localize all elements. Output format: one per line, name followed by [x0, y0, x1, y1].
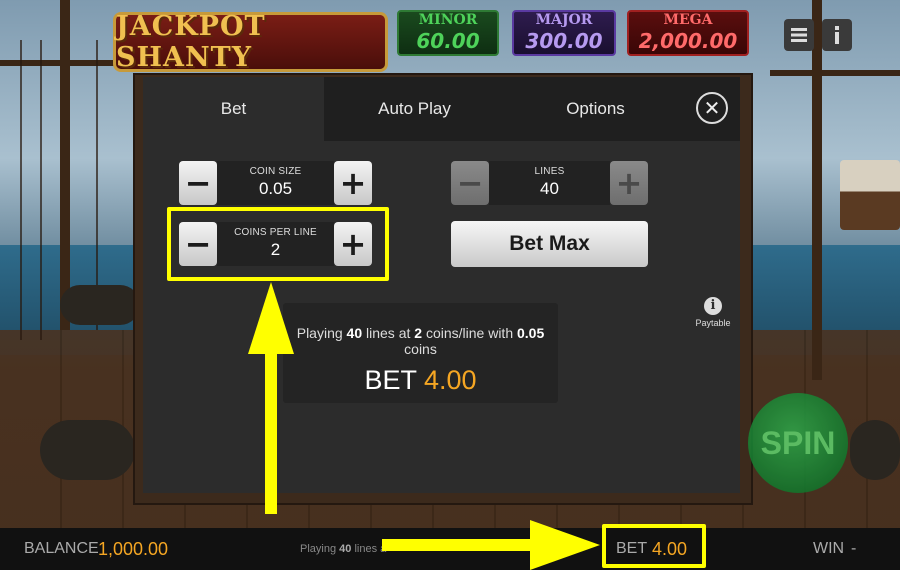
tab-bet[interactable]: Bet — [143, 77, 324, 141]
bet-highlight — [602, 524, 706, 568]
hamburger-icon — [791, 28, 807, 42]
info-icon — [835, 26, 839, 44]
total-bet-value: 4.00 — [423, 365, 477, 395]
plus-icon: + — [339, 164, 367, 202]
summary-suffix: coins — [404, 341, 437, 357]
win-value: - — [851, 540, 857, 557]
plus-icon: + — [615, 164, 643, 202]
summary-prefix: Playing — [296, 325, 347, 341]
jackpot-major: MAJOR 300.00 — [512, 10, 616, 56]
summary-coins: 2 — [414, 325, 423, 341]
lines-label: LINES — [534, 166, 565, 177]
spin-label: SPIN — [760, 424, 836, 461]
jackpot-major-value: 300.00 — [525, 29, 603, 53]
minus-icon: − — [184, 164, 212, 202]
coin-size-stepper: − COIN SIZE 0.05 + — [179, 160, 372, 206]
info-icon: i — [704, 297, 722, 315]
coin-size-value: 0.05 — [258, 179, 293, 198]
close-icon: ✕ — [703, 96, 721, 120]
status-lines: 40 — [339, 543, 352, 555]
lines-value: 40 — [540, 179, 559, 198]
bet-max-button[interactable]: Bet Max — [451, 221, 648, 267]
logo-text: JACKPOT SHANTY — [116, 11, 266, 73]
summary-lines: 40 — [346, 325, 363, 341]
game-logo: JACKPOT SHANTY — [113, 11, 388, 73]
summary-mid2: coins/line with — [422, 325, 517, 341]
bet-settings-dialog: Bet Auto Play Options ✕ − COIN SIZE 0.05… — [143, 77, 740, 493]
jackpot-mega-value: 2,000.00 — [638, 29, 738, 53]
summary-coin-size: 0.05 — [517, 325, 545, 341]
mast-right — [812, 0, 822, 380]
balance-value: 1,000.00 — [98, 539, 169, 559]
bet-summary-text: Playing 40 lines at 2 coins/line with 0.… — [283, 303, 558, 357]
up-arrow-annotation — [248, 282, 294, 514]
dialog-tabs: Bet Auto Play Options — [143, 77, 740, 141]
tab-options[interactable]: Options — [505, 77, 686, 141]
lines-display: LINES 40 — [489, 161, 610, 205]
lines-decrease-button[interactable]: − — [451, 161, 489, 205]
cannon-right — [850, 420, 900, 480]
spin-button[interactable]: SPIN — [748, 393, 848, 493]
barrel — [60, 285, 140, 325]
jackpot-mega-label: MEGA — [663, 12, 713, 28]
total-bet: BET 4.00 — [283, 365, 558, 396]
rope — [40, 40, 42, 340]
jackpot-mega: MEGA 2,000.00 — [627, 10, 749, 56]
coin-size-increase-button[interactable]: + — [334, 161, 372, 205]
jackpot-minor: MINOR 60.00 — [397, 10, 499, 56]
lines-stepper: − LINES 40 + — [451, 160, 648, 206]
cannon-left — [40, 420, 135, 480]
win-label: WIN — [813, 540, 845, 557]
yard-left — [0, 60, 120, 66]
coin-size-display: COIN SIZE 0.05 — [217, 161, 334, 205]
right-arrow-annotation — [382, 520, 600, 570]
status-text: Playing 40 lines a — [300, 528, 386, 570]
tab-auto-play[interactable]: Auto Play — [324, 77, 505, 141]
close-button[interactable]: ✕ — [696, 92, 728, 124]
minus-icon: − — [456, 164, 484, 202]
coin-size-decrease-button[interactable]: − — [179, 161, 217, 205]
coin-size-label: COIN SIZE — [249, 166, 302, 177]
lines-increase-button[interactable]: + — [610, 161, 648, 205]
summary-mid1: lines at — [362, 325, 415, 341]
total-bet-label: BET — [364, 365, 417, 395]
coins-per-line-highlight — [167, 207, 389, 281]
jackpot-minor-value: 60.00 — [416, 29, 480, 53]
mast-left — [60, 0, 70, 330]
status-prefix: Playing — [300, 543, 340, 555]
distant-ship — [840, 160, 900, 230]
bet-summary: Playing 40 lines at 2 coins/line with 0.… — [283, 303, 558, 403]
menu-button[interactable] — [784, 19, 814, 51]
rope — [20, 40, 22, 340]
jackpot-minor-label: MINOR — [418, 12, 478, 28]
paytable-label: Paytable — [695, 318, 731, 328]
paytable-button[interactable]: i Paytable — [694, 297, 732, 328]
yard-right — [770, 70, 900, 76]
info-button[interactable] — [822, 19, 852, 51]
balance-label: BALANCE — [24, 540, 99, 557]
jackpot-major-label: MAJOR — [535, 12, 593, 28]
